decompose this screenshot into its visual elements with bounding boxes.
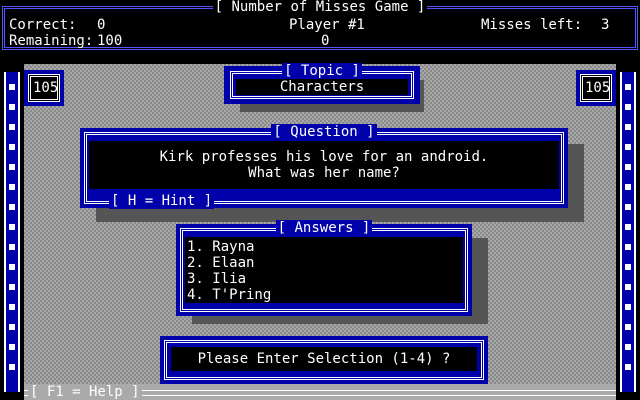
remaining-value: 100 bbox=[97, 33, 123, 49]
left-counter: 105 bbox=[28, 74, 60, 102]
right-counter-value: 105 bbox=[585, 80, 611, 96]
misses-left-value: 3 bbox=[601, 17, 610, 33]
player-label: Player #1 bbox=[289, 17, 365, 33]
question-panel: [ Question ] Kirk professes his love for… bbox=[80, 124, 568, 209]
misses-left-label: Misses left: bbox=[481, 17, 583, 33]
answers-list: 1. Rayna 2. Elaan 3. Ilia 4. T'Pring bbox=[185, 237, 463, 303]
right-rail bbox=[620, 72, 636, 392]
left-counter-frame: 105 bbox=[24, 70, 64, 106]
question-line-2: What was her name? bbox=[248, 165, 400, 181]
prompt-panel: Please Enter Selection (1-4) ? bbox=[160, 336, 488, 384]
selection-prompt-box[interactable]: Please Enter Selection (1-4) ? bbox=[171, 347, 477, 371]
player-score: 0 bbox=[321, 33, 330, 49]
topic-panel: [ Topic ] Characters bbox=[224, 63, 420, 104]
hint-key-label: [ H = Hint ] bbox=[109, 193, 215, 209]
correct-value: 0 bbox=[97, 17, 106, 33]
correct-label: Correct: bbox=[9, 17, 77, 33]
header-panel: [ Number of Misses Game ] Correct: 0 Rem… bbox=[2, 0, 638, 50]
selection-prompt: Please Enter Selection (1-4) ? bbox=[197, 351, 451, 367]
game-title: [ Number of Misses Game ] bbox=[212, 0, 428, 15]
right-counter: 105 bbox=[580, 74, 612, 102]
answers-title: [ Answers ] bbox=[275, 220, 373, 236]
topic-value-box: Characters bbox=[236, 79, 408, 95]
help-bar: [ F1 = Help ] bbox=[24, 384, 616, 400]
answer-option-2[interactable]: 2. Elaan bbox=[187, 255, 254, 271]
left-rail bbox=[4, 72, 20, 392]
question-title: [ Question ] bbox=[271, 124, 377, 140]
question-text-box: Kirk professes his love for an android. … bbox=[89, 141, 559, 189]
help-key-label[interactable]: [ F1 = Help ] bbox=[28, 384, 142, 400]
question-line-1: Kirk professes his love for an android. bbox=[159, 149, 489, 165]
right-counter-frame: 105 bbox=[576, 70, 616, 106]
answer-option-4[interactable]: 4. T'Pring bbox=[187, 287, 271, 303]
remaining-label: Remaining: bbox=[9, 33, 94, 49]
topic-title: [ Topic ] bbox=[282, 63, 362, 79]
left-counter-value: 105 bbox=[33, 80, 59, 96]
answer-option-1[interactable]: 1. Rayna bbox=[187, 239, 254, 255]
topic-value: Characters bbox=[279, 79, 365, 95]
answer-option-3[interactable]: 3. Ilia bbox=[187, 271, 246, 287]
answers-panel: [ Answers ] 1. Rayna 2. Elaan 3. Ilia 4.… bbox=[176, 220, 472, 316]
